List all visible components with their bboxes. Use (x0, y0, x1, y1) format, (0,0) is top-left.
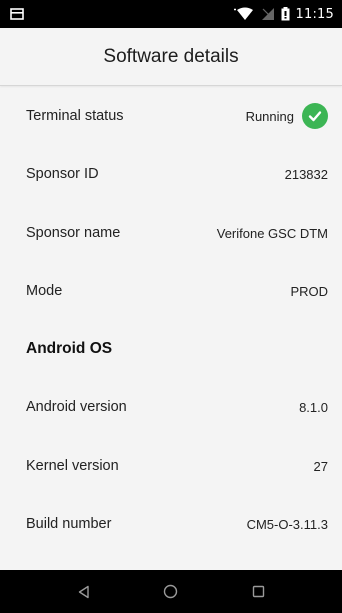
details-list: Terminal status Running Sponsor ID 21383… (0, 87, 342, 570)
android-os-section-header: Android OS (0, 320, 342, 378)
sponsor-id-value: 213832 (284, 166, 328, 182)
navigation-bar (0, 570, 342, 613)
status-bar: 11:15 (0, 0, 342, 28)
terminal-status-text: Running (245, 108, 294, 124)
app-bar: Software details (0, 28, 342, 86)
terminal-status-row: Terminal status Running (0, 87, 342, 145)
section-header: Android OS (26, 340, 113, 357)
kernel-version-label: Kernel version (26, 458, 119, 474)
build-number-value: CM5-O-3.11.3 (246, 516, 328, 532)
page-title: Software details (103, 45, 239, 67)
kernel-version-row: Kernel version 27 (0, 437, 342, 495)
check-circle-icon (302, 103, 328, 129)
mode-value: PROD (290, 283, 328, 299)
sponsor-name-row: Sponsor name Verifone GSC DTM (0, 204, 342, 262)
build-number-label: Build number (26, 516, 112, 532)
terminal-status-label: Terminal status (26, 108, 124, 124)
no-sim-icon (261, 7, 275, 21)
home-icon[interactable] (151, 572, 191, 612)
back-icon[interactable] (64, 572, 104, 612)
sponsor-name-value: Verifone GSC DTM (216, 225, 328, 241)
status-clock: 11:15 (295, 6, 334, 22)
android-version-label: Android version (26, 399, 127, 415)
sponsor-id-row: Sponsor ID 213832 (0, 145, 342, 203)
mode-row: Mode PROD (0, 262, 342, 320)
mode-label: Mode (26, 283, 63, 299)
software-details-screen: 11:15 Software details Terminal status R… (0, 0, 342, 613)
terminal-status-value: Running (246, 103, 328, 129)
android-version-row: Android version 8.1.0 (0, 378, 342, 436)
sponsor-id-label: Sponsor ID (26, 166, 99, 182)
battery-icon (281, 7, 290, 21)
notification-icon (10, 8, 24, 20)
kernel-version-value: 27 (313, 458, 328, 474)
wifi-icon (233, 7, 255, 21)
build-number-row: Build number CM5-O-3.11.3 (0, 495, 342, 553)
android-version-value: 8.1.0 (299, 399, 328, 415)
sponsor-name-label: Sponsor name (26, 225, 121, 241)
recents-icon[interactable] (238, 572, 278, 612)
